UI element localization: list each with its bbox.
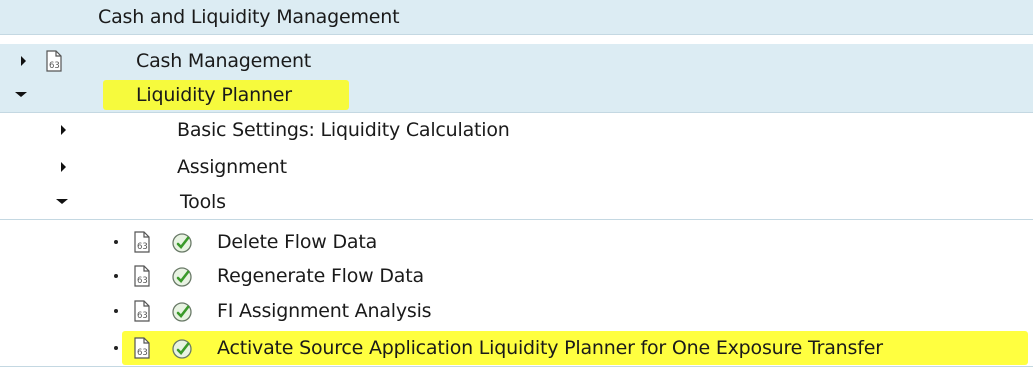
tree-node-tools[interactable]: Tools xyxy=(0,185,1033,220)
tree-divider xyxy=(0,366,1033,367)
tree-node-label: Liquidity Planner xyxy=(136,84,292,106)
svg-text:63: 63 xyxy=(137,311,148,321)
execute-activity-icon[interactable] xyxy=(171,338,193,360)
tree-node-basic-settings[interactable]: Basic Settings: Liquidity Calculation xyxy=(0,113,1033,147)
tool-item-activate-source-application[interactable]: 63 Activate Source Application Liquidity… xyxy=(0,331,1033,365)
tree-node-label: Basic Settings: Liquidity Calculation xyxy=(177,119,510,141)
tool-item-label: Activate Source Application Liquidity Pl… xyxy=(217,337,883,359)
bullet-icon xyxy=(114,240,118,244)
svg-text:63: 63 xyxy=(137,242,148,252)
tree-node-liquidity-planner[interactable]: Liquidity Planner xyxy=(0,78,1033,113)
documentation-icon[interactable]: 63 xyxy=(132,231,152,253)
execute-activity-icon[interactable] xyxy=(171,266,193,288)
documentation-icon[interactable]: 63 xyxy=(44,50,64,72)
bullet-icon xyxy=(114,346,118,350)
execute-activity-icon[interactable] xyxy=(171,232,193,254)
svg-text:63: 63 xyxy=(137,348,148,358)
documentation-icon[interactable]: 63 xyxy=(132,265,152,287)
expand-arrow-icon[interactable] xyxy=(61,162,66,172)
tree-node-label: Cash Management xyxy=(136,50,312,72)
tree-node-label: Assignment xyxy=(177,156,287,178)
collapse-arrow-icon[interactable] xyxy=(56,199,68,204)
tree-node-cash-liquidity-management[interactable]: Cash and Liquidity Management xyxy=(0,0,1033,35)
expand-arrow-icon[interactable] xyxy=(21,56,26,66)
customizing-tree: Cash and Liquidity Management 63 Cash Ma… xyxy=(0,0,1033,377)
tree-node-cash-management[interactable]: 63 Cash Management xyxy=(0,44,1033,79)
documentation-icon[interactable]: 63 xyxy=(132,300,152,322)
tool-item-regenerate-flow-data[interactable]: 63 Regenerate Flow Data xyxy=(0,259,1033,293)
bullet-icon xyxy=(114,309,118,313)
collapse-arrow-icon[interactable] xyxy=(15,92,27,97)
execute-activity-icon[interactable] xyxy=(171,301,193,323)
tree-node-label: Cash and Liquidity Management xyxy=(98,6,400,28)
bullet-icon xyxy=(114,274,118,278)
tool-item-delete-flow-data[interactable]: 63 Delete Flow Data xyxy=(0,225,1033,259)
tool-item-label: Regenerate Flow Data xyxy=(217,265,424,287)
tool-item-label: Delete Flow Data xyxy=(217,231,378,253)
tree-node-label: Tools xyxy=(180,191,226,213)
expand-arrow-icon[interactable] xyxy=(61,125,66,135)
tool-item-fi-assignment-analysis[interactable]: 63 FI Assignment Analysis xyxy=(0,294,1033,328)
svg-text:63: 63 xyxy=(49,61,60,71)
tree-node-assignment[interactable]: Assignment xyxy=(0,150,1033,184)
tool-item-label: FI Assignment Analysis xyxy=(217,300,432,322)
svg-text:63: 63 xyxy=(137,276,148,286)
documentation-icon[interactable]: 63 xyxy=(132,337,152,359)
